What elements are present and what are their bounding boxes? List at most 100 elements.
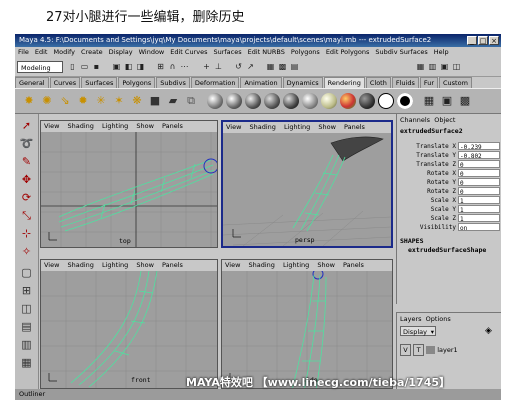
shelf-tab-polygons[interactable]: Polygons (118, 77, 156, 88)
shelf-tab-deformation[interactable]: Deformation (190, 77, 240, 88)
light-glow-icon[interactable]: ❋ (129, 93, 145, 109)
attr-value[interactable]: -0.239 (458, 142, 500, 151)
blinn-material-icon[interactable] (226, 93, 242, 109)
outliner-label[interactable]: Outliner (15, 390, 45, 398)
viewport-top[interactable]: View Shading Lighting Show Panels top (40, 120, 218, 248)
panel-menu-view[interactable]: View (222, 261, 243, 269)
layout-graph-icon[interactable]: ▥ (18, 336, 35, 353)
lasso-tool-icon[interactable]: ➰ (18, 135, 35, 152)
panel-menu-shading[interactable]: Shading (65, 261, 97, 269)
lambert-material-icon[interactable] (207, 93, 223, 109)
select-tool-icon[interactable]: ➚ (18, 117, 35, 134)
menu-subdiv-surfaces[interactable]: Subdiv Surfaces (372, 47, 430, 58)
attr-row-scale-z[interactable]: Scale Z1 (397, 214, 501, 223)
select-object-icon[interactable]: ◧ (123, 61, 134, 73)
shelf-tab-subdivs[interactable]: Subdivs (156, 77, 190, 88)
panel-menu-panels[interactable]: Panels (341, 123, 368, 131)
soft-mod-icon[interactable]: ✧ (18, 243, 35, 260)
menu-display[interactable]: Display (106, 47, 136, 58)
ramp-shader-icon[interactable] (321, 93, 337, 109)
channels-menu[interactable]: Channels (400, 116, 430, 124)
options-menu[interactable]: Options (426, 315, 451, 323)
spot-light-icon[interactable]: ✸ (21, 93, 37, 109)
layers-menu[interactable]: Layers (400, 315, 422, 323)
panel-menu-lighting[interactable]: Lighting (99, 122, 131, 130)
layout-single-icon[interactable]: ▢ (18, 264, 35, 281)
rotate-tool-icon[interactable]: ⟳ (18, 189, 35, 206)
viewport-persp[interactable]: View Shading Lighting Show Panels persp (221, 120, 393, 248)
layers-toggle-icon[interactable]: ◫ (451, 61, 462, 73)
volume-light-icon[interactable]: ✶ (111, 93, 127, 109)
use-background-icon[interactable] (378, 93, 394, 109)
layer-row[interactable]: V T layer1 (400, 344, 498, 356)
close-button[interactable]: × (489, 36, 499, 45)
shape-name[interactable]: extrudedSurfaceShape (405, 245, 489, 255)
ambient-light-icon[interactable]: ✹ (75, 93, 91, 109)
snap-point-icon[interactable]: ⋯ (179, 61, 190, 73)
phong-material-icon[interactable] (245, 93, 261, 109)
attr-row-translate-x[interactable]: Translate X -0.239 (397, 142, 501, 151)
save-scene-icon[interactable]: ▪ (91, 61, 102, 73)
point-light-icon[interactable]: ✺ (39, 93, 55, 109)
attr-value[interactable]: 0 (458, 187, 500, 196)
layout-two-icon[interactable]: ◫ (18, 300, 35, 317)
manipulator-tool-icon[interactable]: ⊹ (18, 225, 35, 242)
new-layer-icon[interactable]: ◈ (485, 326, 492, 336)
attr-value[interactable]: -0.802 (458, 151, 500, 160)
attr-value[interactable]: 1 (458, 214, 500, 223)
open-scene-icon[interactable]: ▭ (79, 61, 90, 73)
layer-visibility-toggle[interactable]: V (400, 344, 411, 356)
panel-menu-panels[interactable]: Panels (159, 122, 186, 130)
io-icon[interactable]: ↗ (245, 61, 256, 73)
maximize-button[interactable]: □ (478, 36, 488, 45)
camera-icon[interactable]: ■ (147, 93, 163, 109)
hypershade-icon[interactable]: ▩ (457, 93, 473, 109)
panel-menu-show[interactable]: Show (315, 123, 339, 131)
attr-row-visibility[interactable]: Visibility on (397, 223, 501, 232)
attr-value[interactable]: 0 (458, 178, 500, 187)
shelf-tab-curves[interactable]: Curves (49, 77, 81, 88)
render-icon[interactable]: ▦ (265, 61, 276, 73)
scale-tool-icon[interactable]: ⤡ (18, 207, 35, 224)
ocean-shader-icon[interactable] (397, 93, 413, 109)
panel-menu-view[interactable]: View (223, 123, 244, 131)
shelf-tab-rendering[interactable]: Rendering (323, 77, 365, 88)
attr-row-rotate-y[interactable]: Rotate Y0 (397, 178, 501, 187)
attr-row-translate-z[interactable]: Translate Z0 (397, 160, 501, 169)
attribute-editor-toggle-icon[interactable]: ▥ (427, 61, 438, 73)
panel-menu-shading[interactable]: Shading (247, 123, 279, 131)
area-light-icon[interactable]: ✳ (93, 93, 109, 109)
menu-file[interactable]: File (15, 47, 32, 58)
surface-shader-icon[interactable] (340, 93, 356, 109)
move-tool-icon[interactable]: ✥ (18, 171, 35, 188)
layout-hypergraph-icon[interactable]: ▦ (18, 354, 35, 371)
viewport-front[interactable]: View Shading Lighting Show Panels front (40, 259, 218, 389)
panel-menu-view[interactable]: View (41, 122, 62, 130)
mode-select[interactable]: Modeling (17, 61, 63, 73)
layer-name[interactable]: layer1 (437, 346, 457, 354)
attr-value[interactable]: 0 (458, 160, 500, 169)
panel-menu-lighting[interactable]: Lighting (280, 261, 312, 269)
snap-curve-icon[interactable]: ∩ (167, 61, 178, 73)
snap-view-icon[interactable]: ⊥ (213, 61, 224, 73)
panel-menu-panels[interactable]: Panels (159, 261, 186, 269)
attr-value[interactable]: on (458, 223, 500, 232)
menu-help[interactable]: Help (431, 47, 452, 58)
attr-row-scale-x[interactable]: Scale X1 (397, 196, 501, 205)
layer-color-swatch[interactable] (426, 346, 436, 354)
select-component-icon[interactable]: ◨ (135, 61, 146, 73)
shading-map-icon[interactable] (359, 93, 375, 109)
display-select[interactable]: Display ▾ (400, 326, 436, 336)
menu-edit[interactable]: Edit (32, 47, 51, 58)
panel-menu-show[interactable]: Show (314, 261, 338, 269)
attr-row-translate-y[interactable]: Translate Y -0.802 (397, 151, 501, 160)
attr-value[interactable]: 0 (458, 169, 500, 178)
viewport-side[interactable]: View Shading Lighting Show Panels side (221, 259, 393, 389)
panel-menu-show[interactable]: Show (133, 261, 157, 269)
ipr-view-icon[interactable]: ▣ (439, 93, 455, 109)
menu-create[interactable]: Create (78, 47, 106, 58)
attr-value[interactable]: 1 (458, 205, 500, 214)
attr-row-scale-y[interactable]: Scale Y1 (397, 205, 501, 214)
panel-menu-shading[interactable]: Shading (246, 261, 278, 269)
tool-settings-toggle-icon[interactable]: ▣ (439, 61, 450, 73)
